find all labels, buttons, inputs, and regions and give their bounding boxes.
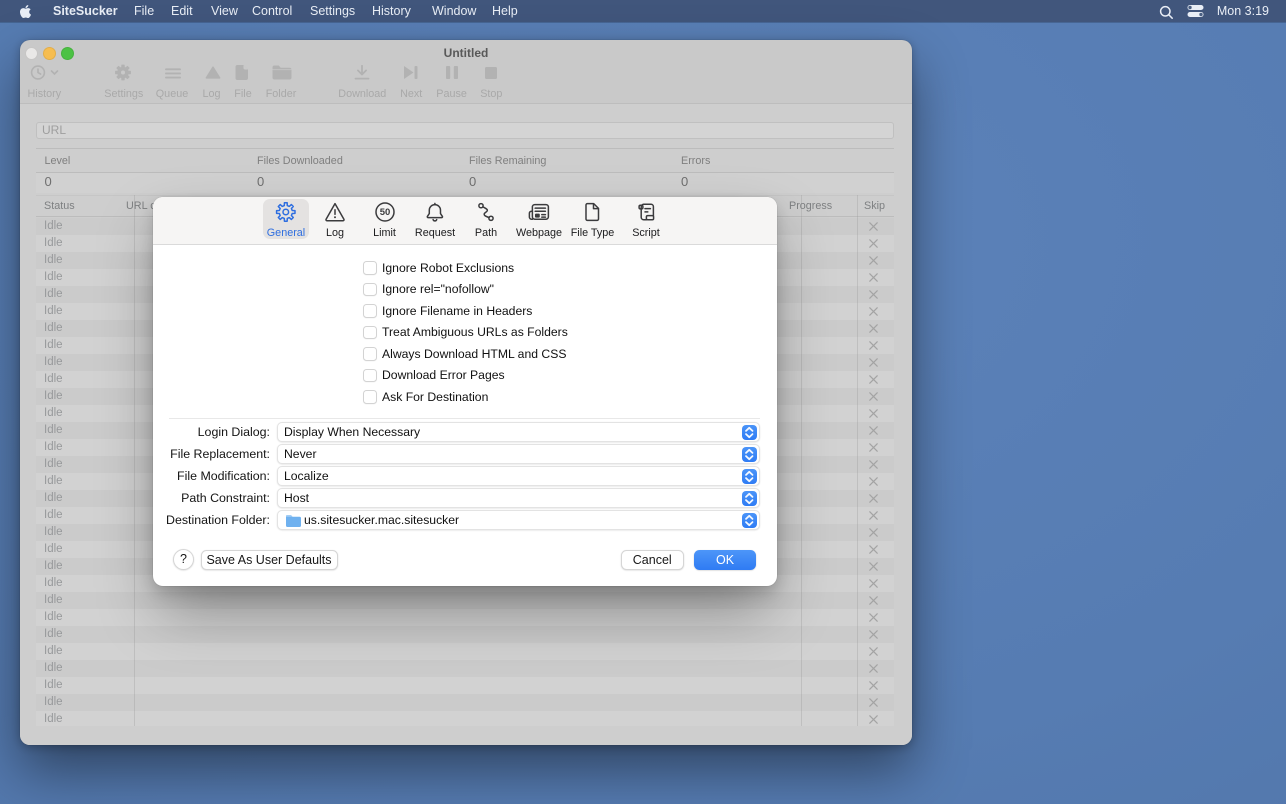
svg-text:50: 50 [379, 207, 390, 218]
